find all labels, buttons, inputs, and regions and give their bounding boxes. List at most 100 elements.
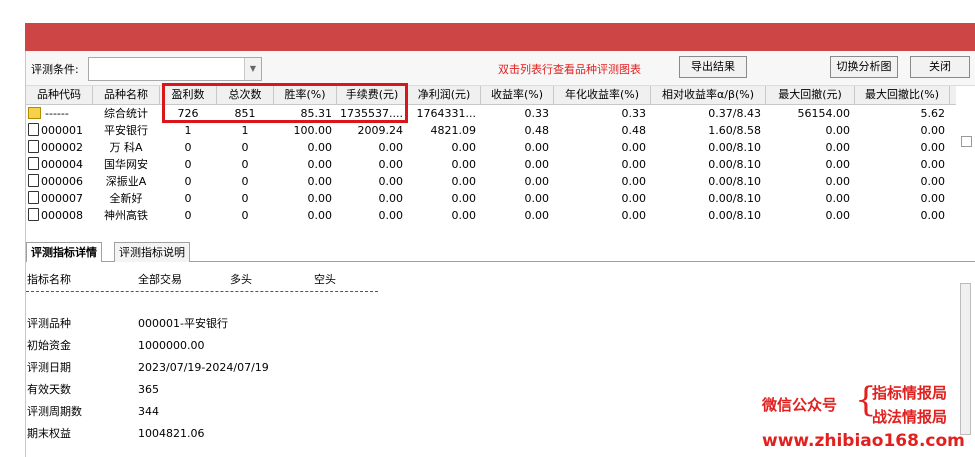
row-code: 000002 [26, 139, 92, 156]
row-winrate: 0.00 [307, 175, 333, 188]
row-return: 0.48 [524, 124, 550, 137]
export-button[interactable]: 导出结果 [679, 56, 747, 78]
row-name: 平安银行 [104, 124, 148, 137]
row-relative-return: 0.37/8.43 [708, 107, 761, 120]
col-header-wins[interactable]: 盈利数 [160, 86, 217, 104]
row-max-drawdown: 0.00 [825, 158, 851, 171]
col-header-max-drawdown[interactable]: 最大回撤(元) [766, 86, 855, 104]
chevron-down-icon[interactable]: ▼ [244, 58, 261, 80]
col-header-name[interactable]: 品种名称 [93, 86, 160, 104]
document-icon [28, 191, 39, 204]
row-fee: 1735537.... [340, 107, 403, 120]
row-max-drawdown-pct: 0.00 [920, 124, 946, 137]
detail-header: 指标名称 全部交易 多头 空头 [26, 272, 426, 288]
table-row[interactable]: 000008 神州高铁 0 0 0.00 0.00 0.00 0.00 0.00… [26, 207, 956, 224]
detail-scrollbar[interactable] [960, 283, 971, 435]
document-icon [28, 157, 39, 170]
row-code: 000008 [26, 207, 92, 224]
row-annual-return: 0.00 [621, 209, 647, 222]
col-header-relative-return[interactable]: 相对收益率α/β(%) [651, 86, 766, 104]
row-max-drawdown-pct: 0.00 [920, 175, 946, 188]
row-code-text: 000004 [41, 158, 83, 171]
table-row[interactable]: 000007 全新好 0 0 0.00 0.00 0.00 0.00 0.00 … [26, 190, 956, 207]
close-button[interactable]: 关闭 [910, 56, 970, 78]
row-relative-return: 0.00/8.10 [708, 141, 761, 154]
watermark-line2: 战法情报局 [872, 408, 948, 426]
row-name: 神州高铁 [104, 209, 148, 222]
row-return: 0.00 [524, 141, 550, 154]
row-name: 全新好 [109, 192, 143, 205]
row-max-drawdown: 0.00 [825, 124, 851, 137]
col-header-total[interactable]: 总次数 [217, 86, 274, 104]
row-fee: 0.00 [378, 158, 404, 171]
row-max-drawdown-pct: 0.00 [920, 158, 946, 171]
detail-header-short: 空头 [314, 273, 336, 286]
table-header: 品种代码 品种名称 盈利数 总次数 胜率(%) 手续费(元) 净利润(元) 收益… [26, 86, 956, 105]
row-code-text: 000006 [41, 175, 83, 188]
toolbar: 评测条件: ▼ 双击列表行查看品种评测图表 导出结果 切换分析图 关闭 [26, 51, 975, 86]
row-winrate: 0.00 [307, 141, 333, 154]
row-profit: 1764331... [416, 107, 476, 120]
row-winrate: 0.00 [307, 209, 333, 222]
detail-row: 有效天数 365 [26, 382, 426, 398]
row-max-drawdown: 0.00 [825, 141, 851, 154]
row-return: 0.33 [524, 107, 550, 120]
row-relative-return: 0.00/8.10 [708, 192, 761, 205]
row-max-drawdown: 0.00 [825, 192, 851, 205]
row-relative-return: 1.60/8.58 [708, 124, 761, 137]
window-title-bar [25, 23, 975, 51]
col-header-max-drawdown-pct[interactable]: 最大回撤比(%) [855, 86, 950, 104]
detail-row: 评测品种 000001-平安银行 [26, 316, 426, 332]
switch-chart-button[interactable]: 切换分析图 [830, 56, 898, 78]
detail-key: 评测品种 [27, 317, 71, 330]
table-row[interactable]: 000002 万 科A 0 0 0.00 0.00 0.00 0.00 0.00… [26, 139, 956, 156]
col-header-annual-return[interactable]: 年化收益率(%) [554, 86, 651, 104]
row-wins: 0 [184, 141, 192, 154]
row-winrate: 85.31 [300, 107, 333, 120]
row-relative-return: 0.00/8.10 [708, 209, 761, 222]
table-row[interactable]: 000004 国华网安 0 0 0.00 0.00 0.00 0.00 0.00… [26, 156, 956, 173]
detail-key: 评测日期 [27, 361, 71, 374]
row-wins: 726 [177, 107, 199, 120]
row-relative-return: 0.00/8.10 [708, 175, 761, 188]
detail-key: 期末权益 [27, 427, 71, 440]
detail-value: 1004821.06 [138, 427, 205, 440]
document-icon [28, 123, 39, 136]
hint-text: 双击列表行查看品种评测图表 [498, 63, 641, 76]
row-total: 1 [241, 124, 249, 137]
table-row[interactable]: 000001 平安银行 1 1 100.00 2009.24 4821.09 0… [26, 122, 956, 139]
row-code-text: 000001 [41, 124, 83, 137]
row-max-drawdown: 0.00 [825, 209, 851, 222]
scrollbar-box[interactable] [961, 136, 972, 147]
detail-header-all: 全部交易 [138, 273, 182, 286]
row-code: ------ [26, 105, 92, 122]
row-profit: 0.00 [451, 192, 477, 205]
col-header-winrate[interactable]: 胜率(%) [274, 86, 337, 104]
row-code-text: 000002 [41, 141, 83, 154]
table-row-summary[interactable]: ------ 综合统计 726 851 85.31 1735537.... 17… [26, 105, 956, 122]
row-winrate: 0.00 [307, 158, 333, 171]
row-total: 0 [241, 141, 249, 154]
row-code: 000001 [26, 122, 92, 139]
condition-dropdown[interactable]: ▼ [88, 57, 262, 81]
table-row[interactable]: 000006 深振业A 0 0 0.00 0.00 0.00 0.00 0.00… [26, 173, 956, 190]
tab-metric-description[interactable]: 评测指标说明 [114, 242, 190, 262]
detail-row: 初始资金 1000000.00 [26, 338, 426, 354]
tab-metric-details[interactable]: 评测指标详情 [26, 242, 102, 262]
divider [26, 291, 378, 292]
row-profit: 0.00 [451, 175, 477, 188]
condition-label: 评测条件: [31, 63, 79, 76]
row-code: 000006 [26, 173, 92, 190]
row-profit: 0.00 [451, 209, 477, 222]
col-header-fee[interactable]: 手续费(元) [337, 86, 408, 104]
row-code-text: 000007 [41, 192, 83, 205]
row-total: 0 [241, 175, 249, 188]
col-header-code[interactable]: 品种代码 [26, 86, 93, 104]
detail-row: 评测周期数 344 [26, 404, 426, 420]
row-wins: 0 [184, 192, 192, 205]
col-header-profit[interactable]: 净利润(元) [408, 86, 481, 104]
col-header-return[interactable]: 收益率(%) [481, 86, 554, 104]
row-relative-return: 0.00/8.10 [708, 158, 761, 171]
document-icon [28, 208, 39, 221]
detail-key: 评测周期数 [27, 405, 82, 418]
